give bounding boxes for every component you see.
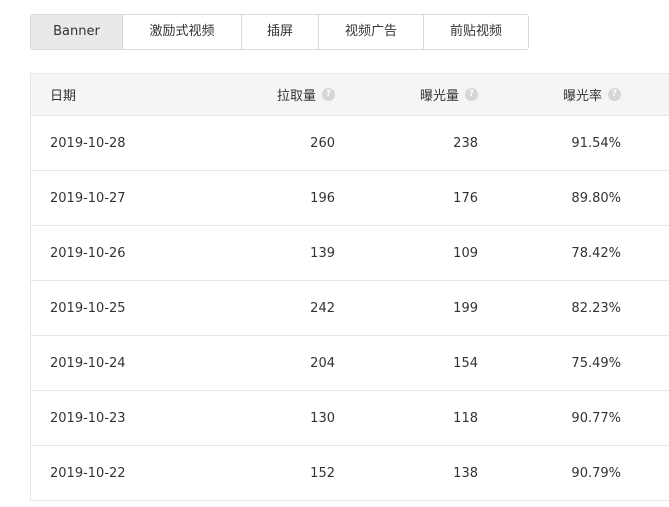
- cell-pull: 130: [310, 410, 335, 426]
- table-row: 2019-10-23 130 118 90.77%: [31, 391, 669, 446]
- tab-banner[interactable]: Banner: [31, 15, 123, 49]
- cell-pull: 260: [310, 135, 335, 151]
- header-pull: 拉取量 ?: [277, 74, 335, 115]
- header-exposure-label: 曝光量: [419, 89, 459, 104]
- header-rate: 曝光率 ?: [563, 74, 621, 115]
- tab-preroll-video[interactable]: 前贴视频: [424, 15, 528, 49]
- table-row: 2019-10-25 242 199 82.23%: [31, 281, 669, 336]
- stats-table: 日期 拉取量 ? 曝光量 ? 曝光率 ? 2019-10-28 260 238 …: [30, 73, 669, 501]
- cell-date: 2019-10-22: [50, 465, 126, 481]
- cell-date: 2019-10-26: [50, 245, 126, 261]
- cell-rate: 90.77%: [571, 410, 621, 426]
- cell-exposure: 154: [453, 355, 478, 371]
- cell-date: 2019-10-24: [50, 355, 126, 371]
- table-row: 2019-10-24 204 154 75.49%: [31, 336, 669, 391]
- cell-rate: 78.42%: [571, 245, 621, 261]
- ad-type-tabs: Banner 激励式视频 插屏 视频广告 前贴视频: [30, 14, 529, 50]
- header-pull-label: 拉取量: [276, 89, 316, 104]
- cell-exposure: 109: [453, 245, 478, 261]
- cell-rate: 75.49%: [571, 355, 621, 371]
- help-icon[interactable]: ?: [465, 88, 478, 101]
- table-row: 2019-10-26 139 109 78.42%: [31, 226, 669, 281]
- cell-date: 2019-10-27: [50, 190, 126, 206]
- cell-date: 2019-10-25: [50, 300, 126, 316]
- cell-exposure: 118: [453, 410, 478, 426]
- cell-exposure: 238: [453, 135, 478, 151]
- cell-pull: 139: [310, 245, 335, 261]
- cell-rate: 82.23%: [571, 300, 621, 316]
- cell-exposure: 138: [453, 465, 478, 481]
- cell-pull: 242: [310, 300, 335, 316]
- cell-rate: 91.54%: [571, 135, 621, 151]
- table-row: 2019-10-27 196 176 89.80%: [31, 171, 669, 226]
- cell-date: 2019-10-28: [50, 135, 126, 151]
- cell-pull: 196: [310, 190, 335, 206]
- tab-interstitial[interactable]: 插屏: [242, 15, 319, 49]
- cell-rate: 89.80%: [571, 190, 621, 206]
- cell-pull: 152: [310, 465, 335, 481]
- cell-exposure: 176: [453, 190, 478, 206]
- cell-rate: 90.79%: [571, 465, 621, 481]
- header-date-label: 日期: [50, 89, 77, 104]
- cell-pull: 204: [310, 355, 335, 371]
- header-rate-label: 曝光率: [562, 89, 602, 104]
- tab-rewarded-video[interactable]: 激励式视频: [123, 15, 242, 49]
- table-header: 日期 拉取量 ? 曝光量 ? 曝光率 ?: [31, 74, 669, 116]
- table-row: 2019-10-22 152 138 90.79%: [31, 446, 669, 501]
- help-icon[interactable]: ?: [322, 88, 335, 101]
- table-row: 2019-10-28 260 238 91.54%: [31, 116, 669, 171]
- help-icon[interactable]: ?: [608, 88, 621, 101]
- header-date: 日期: [50, 74, 76, 115]
- cell-date: 2019-10-23: [50, 410, 126, 426]
- header-exposure: 曝光量 ?: [420, 74, 478, 115]
- cell-exposure: 199: [453, 300, 478, 316]
- tab-video-ad[interactable]: 视频广告: [319, 15, 424, 49]
